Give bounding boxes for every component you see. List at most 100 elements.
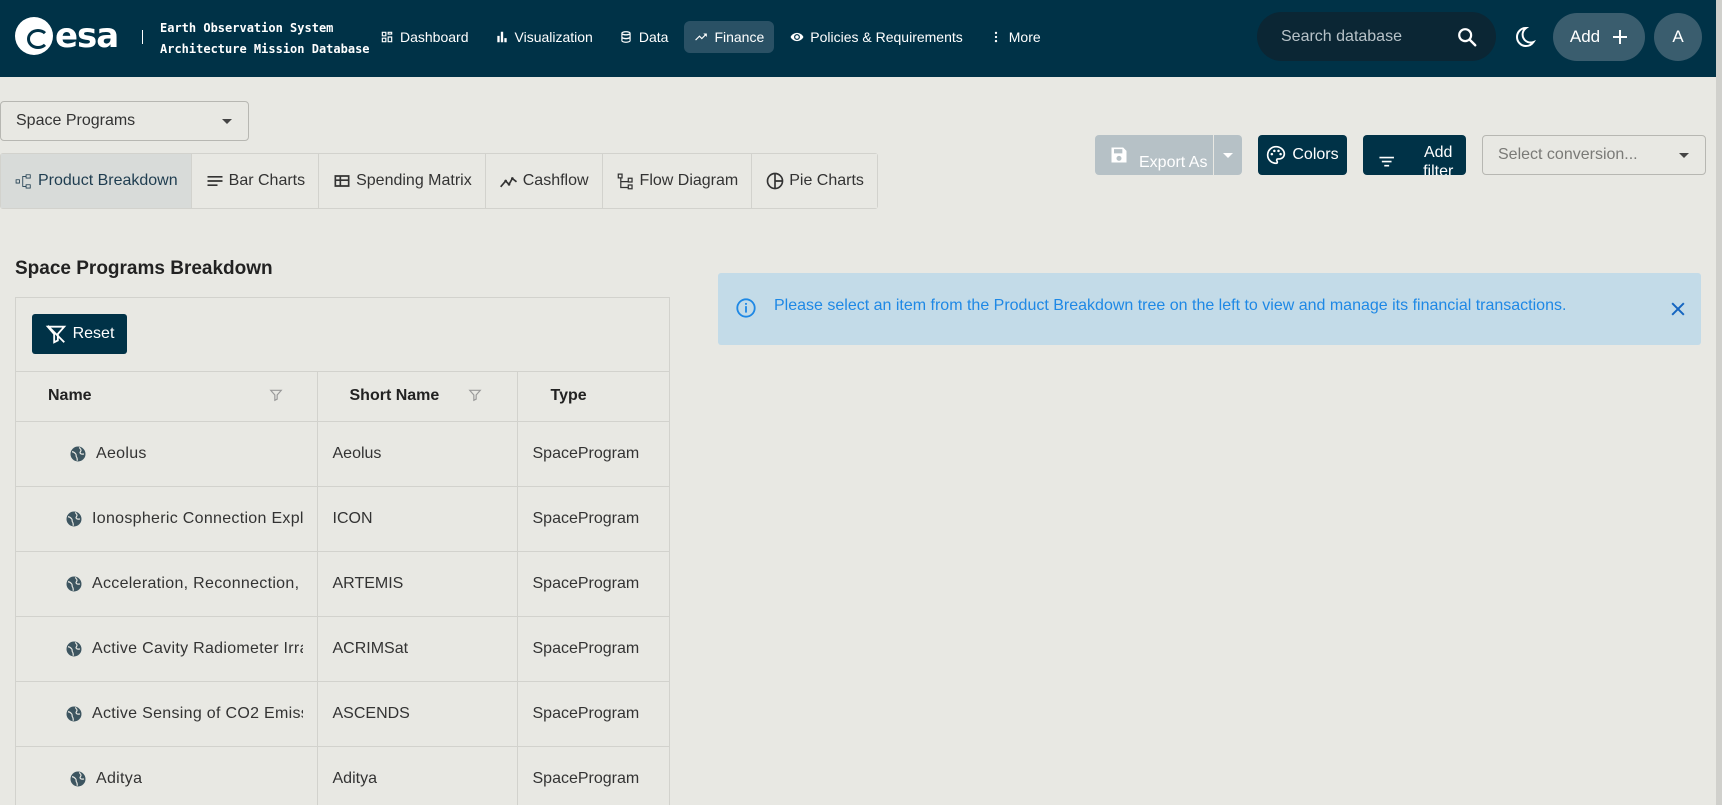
- subtitle-line-2: Architecture Mission Database: [160, 42, 370, 56]
- column-header-type[interactable]: Type: [517, 372, 669, 422]
- logo-divider: [142, 30, 143, 44]
- nav-policies-label: Policies & Requirements: [810, 29, 963, 45]
- table-row[interactable]: Aditya Aditya SpaceProgram: [16, 746, 669, 805]
- add-button[interactable]: Add: [1553, 13, 1645, 61]
- column-header-name[interactable]: Name: [16, 372, 318, 422]
- program-name: Active Cavity Radiometer Irradiance Moni…: [92, 639, 303, 657]
- search-icon[interactable]: [1456, 26, 1478, 48]
- table-row[interactable]: Acceleration, Reconnection, Turbulence A…: [16, 551, 669, 617]
- tree-icon: [15, 174, 31, 189]
- pie-icon: [766, 172, 784, 190]
- program-type-value: Space Programs: [16, 112, 136, 129]
- tab-cashflow[interactable]: Cashflow: [485, 154, 603, 208]
- info-icon: [736, 298, 756, 318]
- table-header-row: Name Short Name Type: [16, 372, 669, 422]
- export-as-label: Export As: [1139, 153, 1208, 171]
- tab-pie-charts-label: Pie Charts: [789, 172, 864, 189]
- app-subtitle: Earth Observation System Architecture Mi…: [160, 18, 370, 60]
- name-cell: Aeolus: [69, 445, 316, 463]
- nav-more-label: More: [1008, 29, 1041, 45]
- name-cell: Active Cavity Radiometer Irradiance Moni…: [65, 640, 303, 658]
- column-header-name-label: Name: [48, 387, 92, 405]
- export-as-button[interactable]: Export As: [1095, 135, 1213, 175]
- tab-product-breakdown[interactable]: Product Breakdown: [1, 154, 192, 208]
- avatar[interactable]: A: [1654, 13, 1702, 61]
- table-toolbar: Reset: [16, 298, 669, 372]
- tab-bar-charts[interactable]: Bar Charts: [191, 154, 320, 208]
- table-row[interactable]: Ionospheric Connection Explorer ICON Spa…: [16, 486, 669, 552]
- add-filter-button[interactable]: Add filter: [1363, 135, 1466, 175]
- nav-visualization[interactable]: Visualization: [485, 21, 603, 53]
- esa-logo[interactable]: esa: [15, 16, 119, 56]
- globe-icon: [66, 641, 82, 656]
- program-name: Acceleration, Reconnection, Turbulence: [92, 574, 303, 592]
- dashboard-icon: [381, 31, 393, 43]
- subtitle-line-1: Earth Observation System: [160, 21, 334, 35]
- tab-product-breakdown-label: Product Breakdown: [38, 172, 178, 189]
- add-filter-label: Add filter: [1423, 144, 1454, 175]
- filter-icon[interactable]: [467, 388, 482, 402]
- tab-pie-charts[interactable]: Pie Charts: [752, 154, 877, 208]
- nav-dashboard[interactable]: Dashboard: [370, 21, 479, 53]
- conversion-select[interactable]: Select conversion...: [1482, 135, 1706, 175]
- name-cell: Ionospheric Connection Explorer: [65, 510, 303, 528]
- save-icon: [1111, 147, 1127, 163]
- globe-icon: [70, 446, 86, 461]
- table-row[interactable]: Aeolus Aeolus SpaceProgram: [16, 421, 669, 487]
- dark-mode-icon[interactable]: [1512, 25, 1536, 49]
- column-header-short-name[interactable]: Short Name: [317, 372, 518, 422]
- program-type: SpaceProgram: [517, 616, 669, 682]
- nav-more[interactable]: More: [979, 21, 1051, 53]
- program-name: Ionospheric Connection Explorer: [92, 509, 303, 527]
- eye-icon: [790, 32, 804, 42]
- tab-bar-charts-label: Bar Charts: [228, 172, 306, 189]
- search-input[interactable]: Search database: [1281, 28, 1402, 46]
- program-short-name: ACRIMSat: [317, 616, 518, 682]
- close-icon[interactable]: [1668, 299, 1688, 319]
- program-type-select[interactable]: Space Programs: [0, 101, 249, 141]
- colors-button[interactable]: Colors: [1258, 135, 1347, 175]
- view-tabs: Product Breakdown Bar Charts Spending Ma…: [0, 153, 878, 209]
- globe-icon: [66, 576, 82, 591]
- nav-data[interactable]: Data: [609, 21, 679, 53]
- breakdown-table: Reset Name Short Name Type Aeolus Aeolus…: [15, 297, 670, 805]
- reset-button[interactable]: Reset: [32, 314, 127, 354]
- program-short-name: ASCENDS: [317, 681, 518, 747]
- nav-policies[interactable]: Policies & Requirements: [780, 21, 973, 53]
- nav-dashboard-label: Dashboard: [400, 29, 469, 45]
- colors-label: Colors: [1292, 146, 1339, 163]
- globe-icon: [70, 771, 86, 786]
- tab-spending-matrix[interactable]: Spending Matrix: [319, 154, 486, 208]
- info-alert: Please select an item from the Product B…: [718, 273, 1701, 345]
- reset-label: Reset: [72, 325, 115, 342]
- program-name: Active Sensing of CO2 Emissions: [92, 704, 303, 722]
- search-box[interactable]: Search database: [1257, 12, 1496, 61]
- cashflow-icon: [499, 177, 517, 188]
- palette-icon: [1267, 145, 1286, 165]
- top-app-bar: esa Earth Observation System Architectur…: [0, 0, 1722, 77]
- column-header-short-name-label: Short Name: [349, 387, 440, 405]
- programs-table: Name Short Name Type Aeolus Aeolus Space…: [16, 372, 669, 805]
- page-scrollbar[interactable]: [1716, 0, 1722, 805]
- export-dropdown-toggle[interactable]: [1213, 135, 1242, 175]
- program-type: SpaceProgram: [517, 486, 669, 552]
- nav-finance[interactable]: Finance: [684, 21, 775, 53]
- chevron-down-icon: [1679, 152, 1689, 158]
- filter-off-icon: [45, 325, 66, 344]
- matrix-icon: [334, 175, 350, 187]
- add-button-label: Add: [1569, 27, 1601, 46]
- lines-icon: [207, 176, 223, 186]
- program-type: SpaceProgram: [517, 551, 669, 617]
- program-short-name: ICON: [317, 486, 518, 552]
- table-row[interactable]: Active Cavity Radiometer Irradiance Moni…: [16, 616, 669, 682]
- chevron-down-icon: [1223, 152, 1233, 158]
- plus-icon: [1613, 30, 1628, 44]
- nav-visualization-label: Visualization: [514, 29, 593, 45]
- table-row[interactable]: Active Sensing of CO2 Emissions ASCENDS …: [16, 681, 669, 747]
- nav-finance-label: Finance: [714, 29, 765, 45]
- program-type: SpaceProgram: [517, 421, 669, 487]
- tab-flow-diagram[interactable]: Flow Diagram: [602, 154, 753, 208]
- export-button-group: Export As: [1095, 135, 1242, 175]
- program-short-name: ARTEMIS: [317, 551, 518, 617]
- filter-icon[interactable]: [269, 388, 283, 402]
